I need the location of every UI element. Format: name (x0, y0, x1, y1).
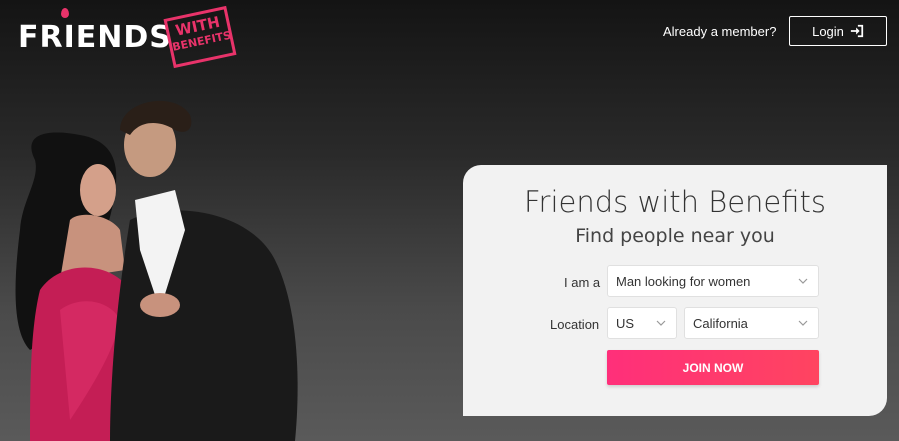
drop-icon (61, 8, 69, 18)
page-subtitle: Find people near you (575, 225, 775, 247)
iam-label: I am a (564, 275, 601, 290)
chevron-down-icon (656, 320, 666, 326)
page-title: Friends with Benefits (523, 185, 827, 219)
country-select[interactable]: US (607, 307, 677, 339)
login-icon (850, 24, 864, 38)
signup-panel: Friends with Benefits Find people near y… (463, 165, 887, 416)
region-value: California (693, 315, 748, 331)
iam-select[interactable]: Man looking for women (607, 265, 819, 297)
chevron-down-icon (798, 320, 808, 326)
chevron-down-icon (798, 278, 808, 284)
location-label: Location (550, 317, 600, 332)
country-value: US (616, 315, 635, 331)
login-button[interactable]: Login (789, 16, 887, 46)
brand-logo[interactable]: FRIENDS WITH BENEFITS (18, 5, 237, 69)
logo-text: FRIENDS (18, 20, 172, 55)
header: FRIENDS WITH BENEFITS Already a member? … (0, 0, 899, 70)
member-prompt: Already a member? (663, 24, 777, 39)
iam-value: Man looking for women (616, 273, 751, 289)
region-select[interactable]: California (684, 307, 819, 339)
login-label: Login (812, 23, 844, 39)
couple-photo (15, 100, 298, 441)
join-now-button[interactable]: JOIN NOW (607, 350, 819, 385)
logo-stamp: WITH BENEFITS (163, 5, 237, 69)
